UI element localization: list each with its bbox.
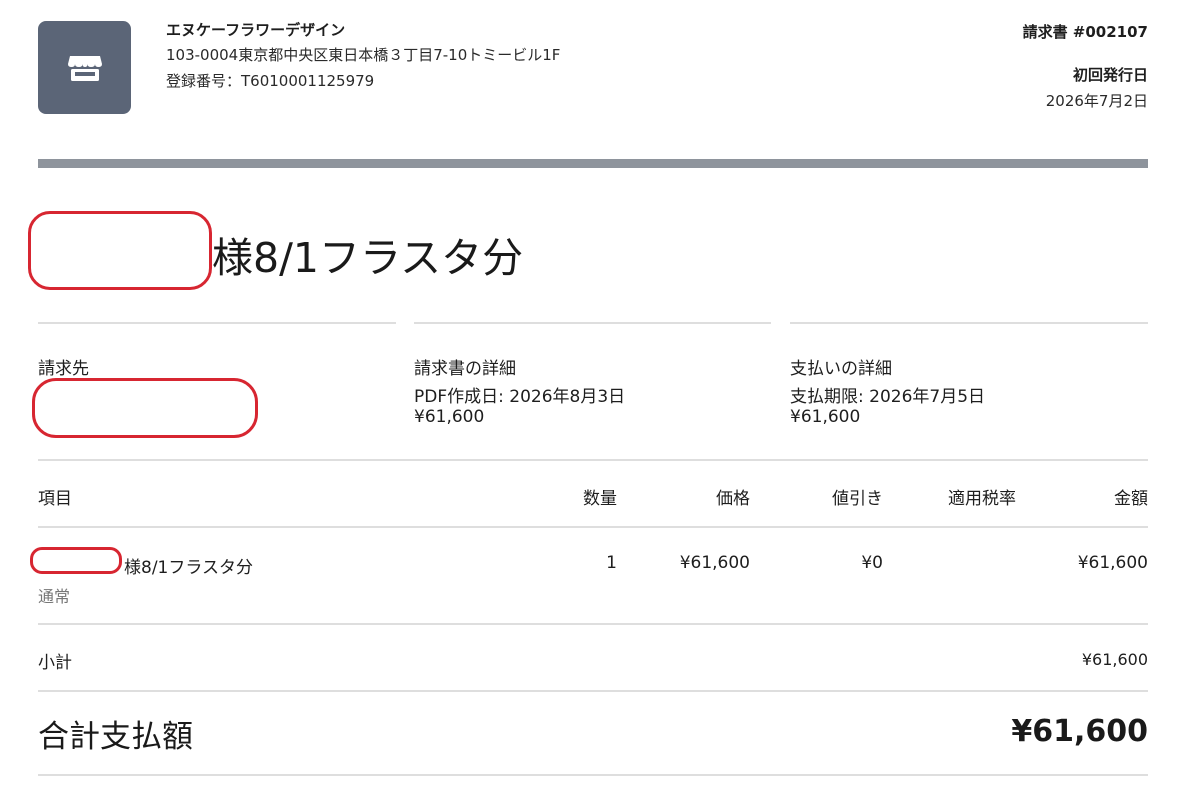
company-address: 103-0004東京都中央区東日本橋３丁目7-10トミービル1F	[166, 46, 561, 64]
table-header-rule	[38, 526, 1148, 528]
subtotal-value: ¥61,600	[1081, 650, 1148, 669]
details-amount: ¥61,600	[414, 407, 485, 427]
row-item-type: 通常	[38, 587, 71, 606]
company-name: エヌケーフラワーデザイン	[166, 21, 346, 39]
company-logo	[38, 21, 131, 114]
header-divider	[38, 159, 1148, 168]
payment-heading: 支払いの詳細	[790, 359, 892, 379]
invoice-title: 様8/1フラスタ分	[212, 234, 524, 282]
col-header-amount: 金額	[1114, 489, 1148, 509]
total-rule	[38, 774, 1148, 776]
bill-to-redaction-mark	[32, 378, 258, 438]
payment-rule	[790, 322, 1148, 324]
item-redaction-mark	[30, 547, 122, 574]
issue-date-label: 初回発行日	[1072, 66, 1148, 84]
payment-due-date: 支払期限: 2026年7月5日	[790, 387, 986, 407]
payment-amount: ¥61,600	[790, 407, 861, 427]
bill-to-rule	[38, 322, 396, 324]
company-registration: 登録番号：T6010001125979	[166, 72, 375, 90]
col-header-price: 価格	[716, 489, 750, 509]
subtotal-rule	[38, 690, 1148, 692]
subtotal-label: 小計	[38, 653, 72, 673]
table-row-rule	[38, 623, 1148, 625]
col-header-item: 項目	[38, 489, 72, 509]
total-value: ¥61,600	[1011, 714, 1148, 749]
bill-to-heading: 請求先	[38, 359, 89, 379]
invoice-number: 請求書 #002107	[1022, 23, 1148, 41]
col-header-tax: 適用税率	[948, 489, 1016, 509]
row-item-name: 様8/1フラスタ分	[124, 558, 254, 578]
col-header-qty: 数量	[583, 489, 617, 509]
pdf-created-date: PDF作成日: 2026年8月3日	[414, 387, 626, 407]
table-top-rule	[38, 459, 1148, 461]
details-rule	[414, 322, 771, 324]
row-discount: ¥0	[861, 553, 883, 573]
store-icon	[68, 56, 102, 81]
row-qty: 1	[606, 553, 617, 573]
issue-date: 2026年7月2日	[1045, 92, 1148, 110]
row-amount: ¥61,600	[1077, 553, 1148, 573]
total-label: 合計支払額	[38, 719, 193, 755]
row-price: ¥61,600	[679, 553, 750, 573]
title-redaction-mark	[28, 211, 212, 290]
col-header-discount: 値引き	[832, 489, 883, 509]
details-heading: 請求書の詳細	[414, 359, 516, 379]
